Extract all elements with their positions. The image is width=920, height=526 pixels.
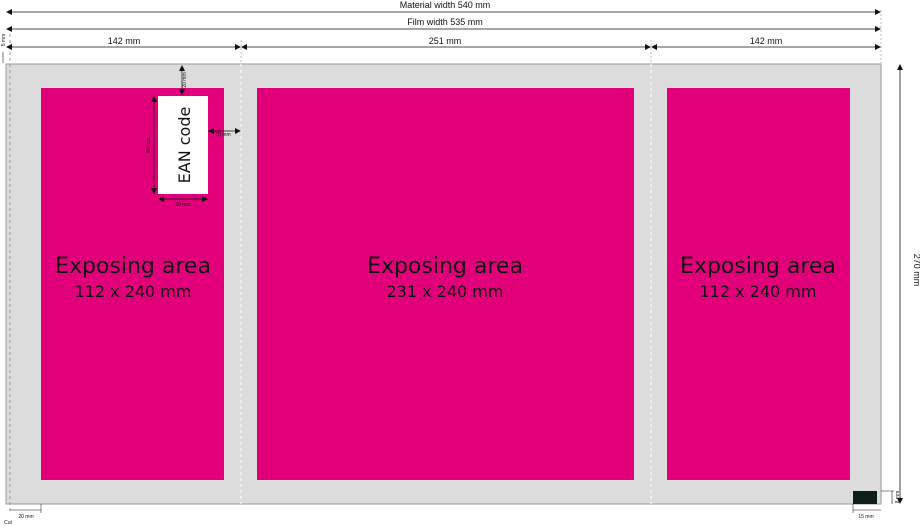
area-right-size: 112 x 240 mm	[700, 282, 817, 301]
panel-left-width-label: 142 mm	[108, 36, 141, 46]
height-label: 270 mm	[912, 254, 920, 287]
ean-height-label: 60 mm	[146, 137, 152, 152]
area-center-size: 231 x 240 mm	[387, 282, 504, 301]
area-left-title: Exposing area	[55, 254, 211, 279]
ean-code-label: EAN code	[175, 107, 194, 184]
area-right-title: Exposing area	[680, 254, 836, 279]
ean-right-offset-label: 10 mm	[215, 132, 230, 138]
cut-label: Cut	[4, 520, 12, 526]
film-width-label: Film width 535 mm	[407, 17, 483, 27]
panel-center-width-label: 251 mm	[429, 36, 462, 46]
print-mark-marker	[853, 491, 877, 504]
panel-right-width-label: 142 mm	[750, 36, 783, 46]
ean-width-label: 30 mm	[175, 202, 190, 208]
marker-height-label: 8 mm	[895, 491, 901, 504]
ean-top-offset-label: 20 mm	[182, 72, 188, 87]
top-margin-label: 5 mm	[1, 34, 7, 47]
material-width-label: Material width 540 mm	[400, 0, 491, 10]
bottom-left-offset-label: 20 mm	[18, 514, 33, 520]
area-center-title: Exposing area	[367, 254, 523, 279]
packaging-film-diagram: Exposing area 112 x 240 mm Exposing area…	[1, 0, 920, 526]
area-left-size: 112 x 240 mm	[75, 282, 192, 301]
bottom-right-offset-label: 15 mm	[858, 514, 873, 520]
